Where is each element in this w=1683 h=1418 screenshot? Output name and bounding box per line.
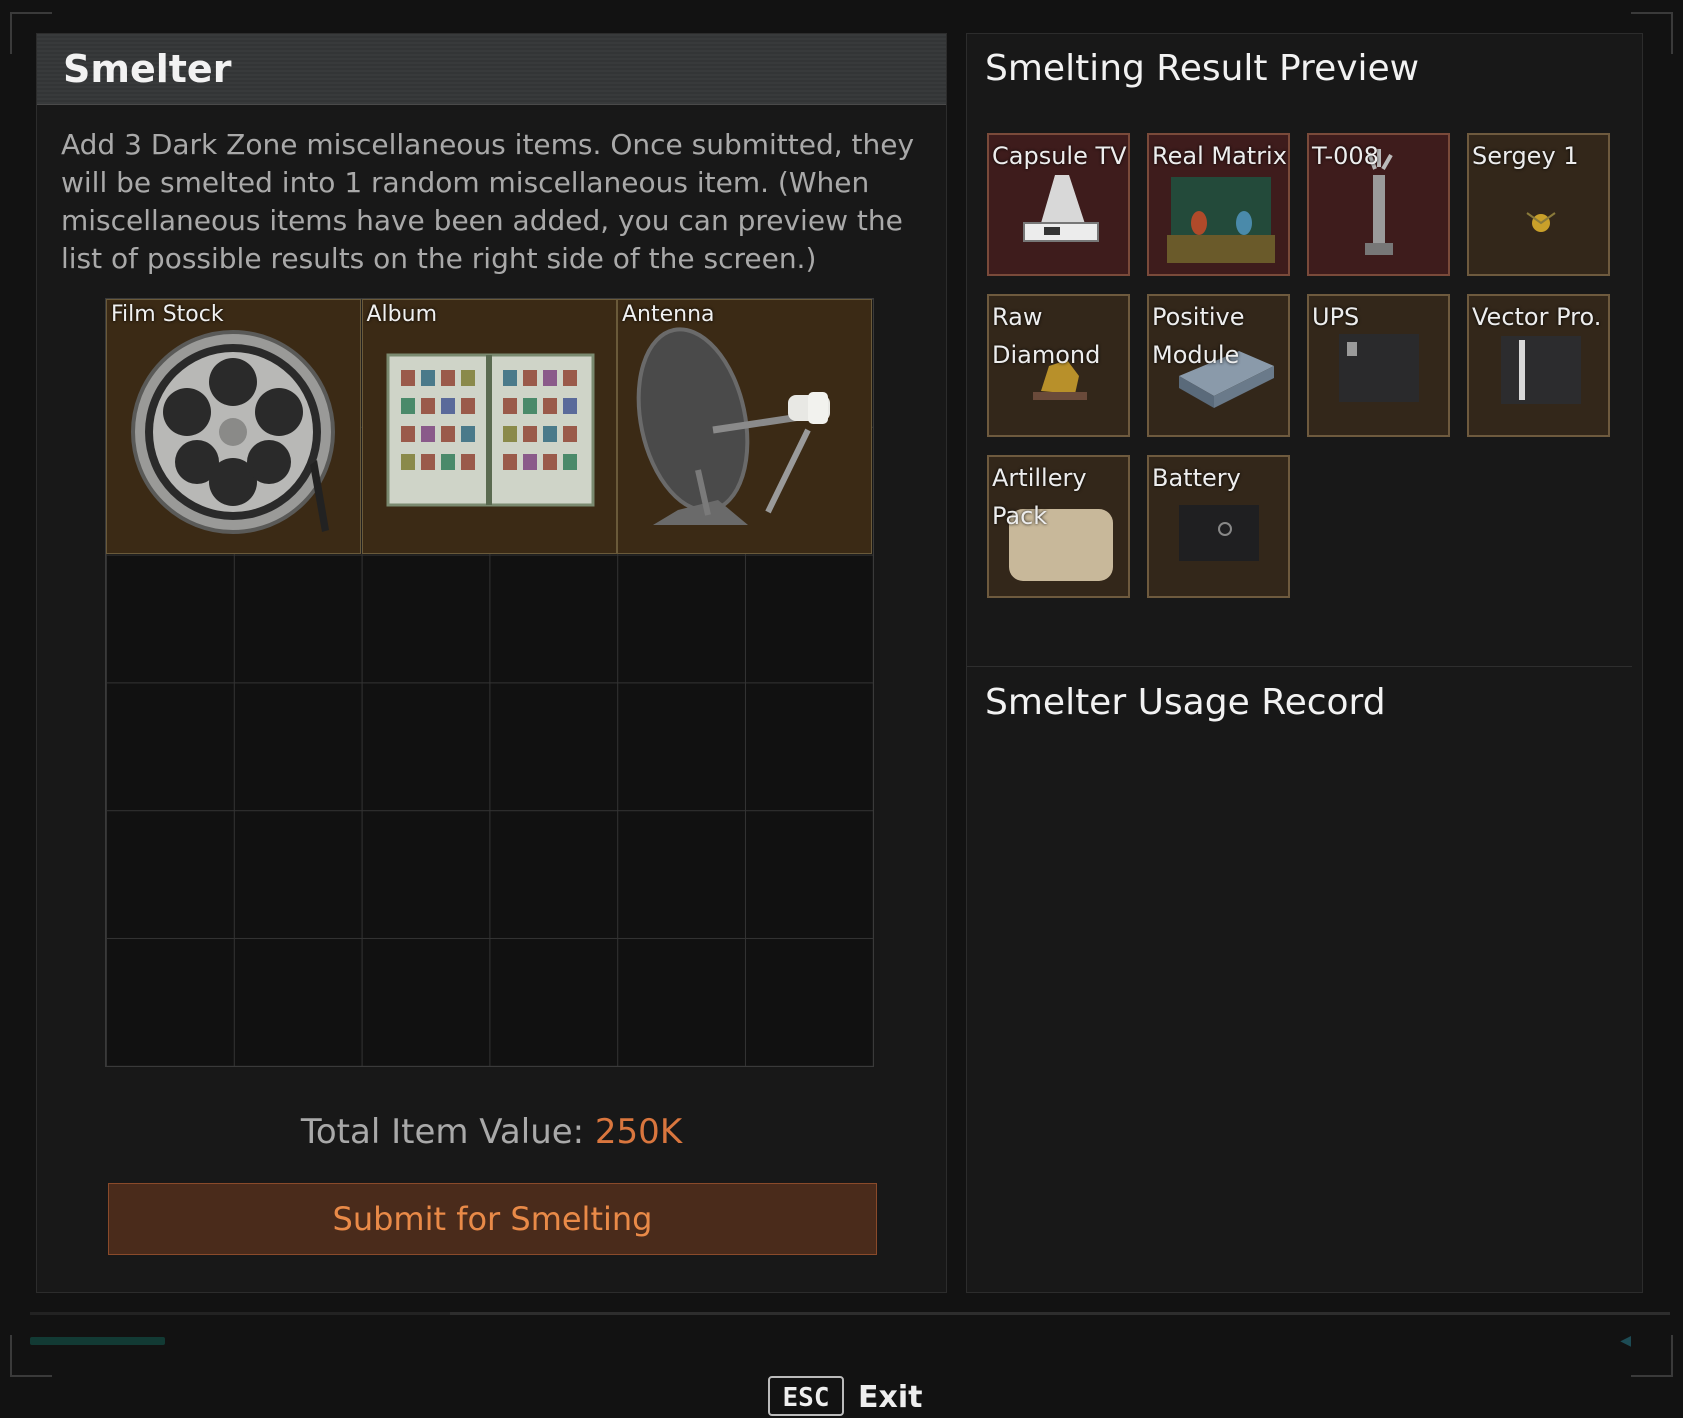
result-label: UPS <box>1312 303 1360 331</box>
result-card-vector-pro[interactable]: Vector Pro. <box>1467 294 1610 437</box>
grid-item-film-stock[interactable]: Film Stock <box>106 299 361 554</box>
item-label: Album <box>366 302 438 327</box>
item-grid[interactable]: Film Stock Album Antenna <box>105 298 874 1067</box>
satellite-dish-icon <box>636 327 830 525</box>
esc-key-icon[interactable]: ESC <box>768 1376 844 1416</box>
submit-for-smelting-button[interactable]: Submit for Smelting <box>108 1183 877 1255</box>
film-reel-icon <box>131 330 335 534</box>
smelter-title: Smelter <box>63 47 232 91</box>
smelter-description: Add 3 Dark Zone miscellaneous items. Onc… <box>61 128 915 275</box>
result-label: Capsule TV <box>992 142 1127 170</box>
result-card-positive-module[interactable]: Positive Module <box>1147 294 1290 437</box>
result-card-raw-diamond[interactable]: Raw Diamond <box>987 294 1130 437</box>
result-card-sergey-1[interactable]: Sergey 1 <box>1467 133 1610 276</box>
result-label: T-008 <box>1312 142 1379 170</box>
total-label: Total Item Value: <box>300 1112 595 1152</box>
result-label: Vector Pro. <box>1472 303 1602 331</box>
result-card-ups[interactable]: UPS <box>1307 294 1450 437</box>
result-card-real-matrix[interactable]: Real Matrix <box>1147 133 1290 276</box>
usage-record-title: Smelter Usage Record <box>985 682 1386 723</box>
result-label: Artillery Pack <box>992 464 1087 530</box>
back-arrow-icon: ◀ <box>1620 1333 1633 1349</box>
status-indicator <box>30 1337 165 1345</box>
result-card-capsule-tv[interactable]: Capsule TV <box>987 133 1130 276</box>
result-card-t-008[interactable]: T-008 <box>1307 133 1450 276</box>
preview-title: Smelting Result Preview <box>985 48 1420 89</box>
result-label: Sergey 1 <box>1472 142 1579 170</box>
smelter-header: Smelter <box>37 34 946 105</box>
grid-item-album[interactable]: Album <box>361 299 617 554</box>
item-label: Film Stock <box>111 302 224 327</box>
exit-label[interactable]: Exit <box>858 1380 922 1415</box>
stamp-album-icon <box>386 353 594 507</box>
smelter-panel: Smelter Add 3 Dark Zone miscellaneous it… <box>36 33 947 1293</box>
result-label: Battery <box>1152 464 1241 492</box>
result-preview-panel: Smelting Result Preview Capsule TV Real … <box>966 33 1643 1293</box>
result-label: Real Matrix <box>1152 142 1287 170</box>
divider <box>967 666 1632 667</box>
total-item-value: Total Item Value: 250K <box>37 1112 946 1152</box>
total-value: 250K <box>594 1112 683 1152</box>
result-card-artillery-pack[interactable]: Artillery Pack <box>987 455 1130 598</box>
result-label: Raw Diamond <box>992 303 1101 369</box>
result-label: Positive Module <box>1152 303 1245 369</box>
item-label: Antenna <box>622 302 715 327</box>
result-card-battery[interactable]: Battery <box>1147 455 1290 598</box>
bottom-bar <box>30 1312 1670 1315</box>
grid-item-antenna[interactable]: Antenna <box>617 299 872 554</box>
frame-corner <box>1631 1335 1673 1377</box>
